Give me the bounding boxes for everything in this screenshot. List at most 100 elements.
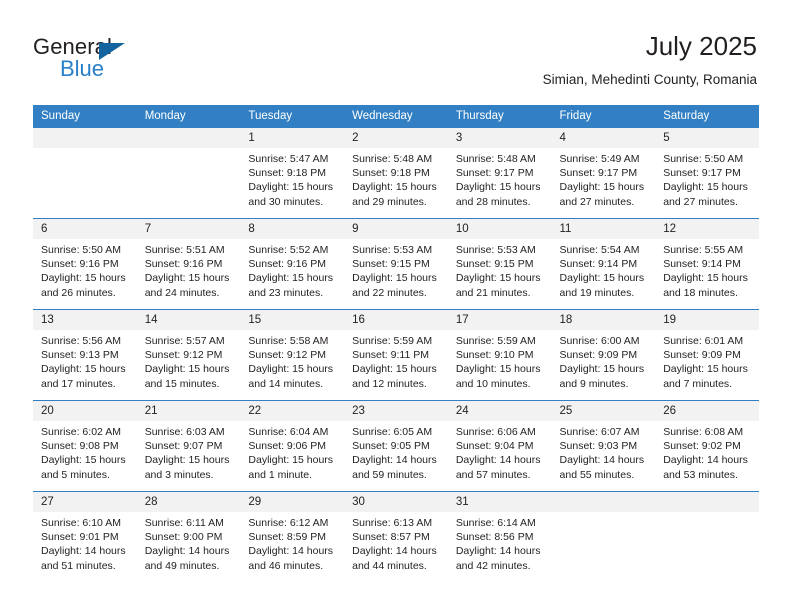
day-details: Sunrise: 6:07 AM Sunset: 9:03 PM Daylight:… bbox=[552, 421, 656, 482]
calendar-day-cell[interactable]: 12 Sunrise: 5:55 AM Sunset: 9:14 PM Dayligh… bbox=[655, 218, 759, 310]
weekday-header-sunday: Sunday bbox=[33, 105, 137, 128]
sunset-time: Sunset: 9:05 PM bbox=[352, 440, 430, 453]
calendar-day-cell[interactable]: 11 Sunrise: 5:54 AM Sunset: 9:14 PM Dayligh… bbox=[551, 218, 656, 310]
calendar-day-cell[interactable]: 23 Sunrise: 6:05 AM Sunset: 9:05 PM Dayligh… bbox=[344, 400, 448, 492]
calendar-day-cell[interactable]: 9 Sunrise: 5:53 AM Sunset: 9:15 PM Daylight… bbox=[344, 218, 448, 310]
day-number: 21 bbox=[136, 401, 241, 421]
daylight-line-2: and 24 minutes. bbox=[144, 286, 220, 299]
calendar-day-cell[interactable]: 18 Sunrise: 6:00 AM Sunset: 9:09 PM Dayligh… bbox=[551, 309, 656, 401]
sunset-time: Sunset: 9:13 PM bbox=[41, 349, 119, 362]
day-number bbox=[136, 128, 241, 148]
day-number: 6 bbox=[33, 219, 137, 239]
day-number: 25 bbox=[551, 401, 656, 421]
calendar-day-cell[interactable]: 26 Sunrise: 6:08 AM Sunset: 9:02 PM Dayligh… bbox=[655, 400, 759, 492]
calendar-day-cell[interactable]: 4 Sunrise: 5:49 AM Sunset: 9:17 PM Daylight… bbox=[551, 128, 656, 219]
calendar-day-cell[interactable]: 7 Sunrise: 5:51 AM Sunset: 9:16 PM Daylight… bbox=[136, 218, 241, 310]
calendar-day-cell[interactable]: 24 Sunrise: 6:06 AM Sunset: 9:04 PM Dayligh… bbox=[447, 400, 552, 492]
sunset-time: Sunset: 9:18 PM bbox=[352, 167, 430, 180]
day-details: Sunrise: 5:50 AM Sunset: 9:16 PM Daylight:… bbox=[33, 239, 137, 300]
daylight-line-2: and 12 minutes. bbox=[352, 377, 427, 390]
daylight-line-1: Daylight: 15 hours bbox=[144, 272, 230, 285]
sunset-time: Sunset: 9:06 PM bbox=[248, 440, 327, 453]
daylight-line-1: Daylight: 14 hours bbox=[455, 545, 541, 558]
day-details: Sunrise: 6:10 AM Sunset: 9:01 PM Daylight:… bbox=[33, 512, 137, 573]
daylight-line-1: Daylight: 14 hours bbox=[352, 545, 437, 558]
calendar-day-cell[interactable]: 1 Sunrise: 5:47 AM Sunset: 9:18 PM Daylight… bbox=[240, 128, 345, 219]
calendar-day-cell[interactable]: 27 Sunrise: 6:10 AM Sunset: 9:01 PM Dayligh… bbox=[33, 491, 137, 582]
weekday-header-saturday: Saturday bbox=[655, 105, 759, 128]
calendar-day-cell[interactable]: 3 Sunrise: 5:48 AM Sunset: 9:17 PM Daylight… bbox=[447, 128, 552, 219]
calendar-day-cell[interactable]: 5 Sunrise: 5:50 AM Sunset: 9:17 PM Daylight… bbox=[655, 128, 759, 219]
sunrise-time: Sunrise: 6:00 AM bbox=[559, 335, 640, 347]
day-details: Sunrise: 5:56 AM Sunset: 9:13 PM Daylight:… bbox=[33, 330, 137, 391]
calendar-day-cell[interactable]: 8 Sunrise: 5:52 AM Sunset: 9:16 PM Daylight… bbox=[240, 218, 345, 310]
sunrise-time: Sunrise: 5:57 AM bbox=[144, 335, 225, 347]
daylight-line-1: Daylight: 14 hours bbox=[248, 545, 334, 558]
sunset-time: Sunset: 9:18 PM bbox=[248, 167, 327, 180]
day-details: Sunrise: 5:51 AM Sunset: 9:16 PM Daylight:… bbox=[137, 239, 241, 300]
daylight-line-2: and 44 minutes. bbox=[352, 559, 427, 572]
calendar-day-cell[interactable]: 28 Sunrise: 6:11 AM Sunset: 9:00 PM Dayligh… bbox=[136, 491, 241, 582]
sunset-time: Sunset: 9:15 PM bbox=[352, 258, 430, 271]
daylight-line-1: Daylight: 14 hours bbox=[41, 545, 126, 558]
calendar-day-cell[interactable]: 19 Sunrise: 6:01 AM Sunset: 9:09 PM Dayligh… bbox=[655, 309, 759, 401]
sunset-time: Sunset: 9:08 PM bbox=[41, 440, 119, 453]
day-number: 20 bbox=[33, 401, 137, 421]
calendar-day-cell[interactable]: 6 Sunrise: 5:50 AM Sunset: 9:16 PM Daylight… bbox=[33, 218, 137, 310]
calendar-day-cell[interactable]: 30 Sunrise: 6:13 AM Sunset: 8:57 PM Dayligh… bbox=[344, 491, 448, 582]
calendar-day-cell[interactable]: 22 Sunrise: 6:04 AM Sunset: 9:06 PM Dayligh… bbox=[240, 400, 345, 492]
sunset-time: Sunset: 9:17 PM bbox=[559, 167, 638, 180]
day-details: Sunrise: 6:03 AM Sunset: 9:07 PM Daylight:… bbox=[137, 421, 241, 482]
daylight-line-1: Daylight: 15 hours bbox=[41, 363, 126, 376]
day-number bbox=[655, 492, 759, 512]
sunrise-time: Sunrise: 6:05 AM bbox=[352, 426, 433, 438]
calendar-day-cell-empty bbox=[551, 491, 656, 582]
sunrise-time: Sunrise: 5:58 AM bbox=[248, 335, 329, 347]
daylight-line-1: Daylight: 15 hours bbox=[559, 272, 645, 285]
daylight-line-1: Daylight: 15 hours bbox=[559, 363, 645, 376]
daylight-line-1: Daylight: 15 hours bbox=[663, 181, 748, 194]
day-details: Sunrise: 6:04 AM Sunset: 9:06 PM Daylight:… bbox=[240, 421, 344, 482]
day-number: 18 bbox=[551, 310, 656, 330]
daylight-line-1: Daylight: 15 hours bbox=[455, 181, 541, 194]
day-number: 11 bbox=[551, 219, 656, 239]
day-number: 27 bbox=[33, 492, 137, 512]
daylight-line-2: and 3 minutes. bbox=[144, 468, 214, 481]
day-number: 14 bbox=[136, 310, 241, 330]
daylight-line-2: and 5 minutes. bbox=[41, 468, 110, 481]
sunrise-time: Sunrise: 6:10 AM bbox=[41, 517, 121, 529]
sunrise-time: Sunrise: 6:06 AM bbox=[455, 426, 536, 438]
day-number: 17 bbox=[447, 310, 552, 330]
weekday-header-wednesday: Wednesday bbox=[344, 105, 448, 128]
page-subtitle: Simian, Mehedinti County, Romania bbox=[542, 72, 757, 87]
daylight-line-2: and 49 minutes. bbox=[144, 559, 220, 572]
calendar-day-cell[interactable]: 31 Sunrise: 6:14 AM Sunset: 8:56 PM Dayligh… bbox=[447, 491, 552, 582]
calendar-day-cell[interactable]: 2 Sunrise: 5:48 AM Sunset: 9:18 PM Daylight… bbox=[344, 128, 448, 219]
calendar-day-cell[interactable]: 15 Sunrise: 5:58 AM Sunset: 9:12 PM Dayligh… bbox=[240, 309, 345, 401]
calendar-day-cell-empty bbox=[33, 128, 137, 219]
calendar-day-cell[interactable]: 21 Sunrise: 6:03 AM Sunset: 9:07 PM Dayligh… bbox=[136, 400, 241, 492]
sunrise-time: Sunrise: 5:53 AM bbox=[352, 244, 433, 256]
calendar-day-cell[interactable]: 16 Sunrise: 5:59 AM Sunset: 9:11 PM Dayligh… bbox=[344, 309, 448, 401]
sunset-time: Sunset: 8:59 PM bbox=[248, 531, 327, 544]
sunrise-time: Sunrise: 6:01 AM bbox=[663, 335, 744, 347]
calendar-day-cell[interactable]: 10 Sunrise: 5:53 AM Sunset: 9:15 PM Dayligh… bbox=[447, 218, 552, 310]
daylight-line-1: Daylight: 15 hours bbox=[663, 272, 748, 285]
day-number: 3 bbox=[447, 128, 552, 148]
calendar-day-cell[interactable]: 25 Sunrise: 6:07 AM Sunset: 9:03 PM Dayligh… bbox=[551, 400, 656, 492]
calendar-day-cell[interactable]: 17 Sunrise: 5:59 AM Sunset: 9:10 PM Dayligh… bbox=[447, 309, 552, 401]
day-details: Sunrise: 6:13 AM Sunset: 8:57 PM Daylight:… bbox=[344, 512, 448, 573]
calendar-week-row: 27 Sunrise: 6:10 AM Sunset: 9:01 PM Dayligh… bbox=[33, 491, 759, 582]
daylight-line-1: Daylight: 15 hours bbox=[352, 181, 437, 194]
calendar-day-cell[interactable]: 13 Sunrise: 5:56 AM Sunset: 9:13 PM Dayligh… bbox=[33, 309, 137, 401]
calendar-day-cell[interactable]: 14 Sunrise: 5:57 AM Sunset: 9:12 PM Dayligh… bbox=[136, 309, 241, 401]
daylight-line-2: and 30 minutes. bbox=[248, 195, 324, 208]
calendar-day-cell[interactable]: 29 Sunrise: 6:12 AM Sunset: 8:59 PM Dayligh… bbox=[240, 491, 345, 582]
day-number: 13 bbox=[33, 310, 137, 330]
sunrise-time: Sunrise: 6:11 AM bbox=[144, 517, 224, 529]
day-details: Sunrise: 5:59 AM Sunset: 9:11 PM Daylight:… bbox=[344, 330, 448, 391]
day-number: 23 bbox=[344, 401, 448, 421]
brand-logo[interactable]: General Blue bbox=[33, 34, 213, 90]
calendar-day-cell[interactable]: 20 Sunrise: 6:02 AM Sunset: 9:08 PM Dayligh… bbox=[33, 400, 137, 492]
weekday-header-monday: Monday bbox=[136, 105, 241, 128]
